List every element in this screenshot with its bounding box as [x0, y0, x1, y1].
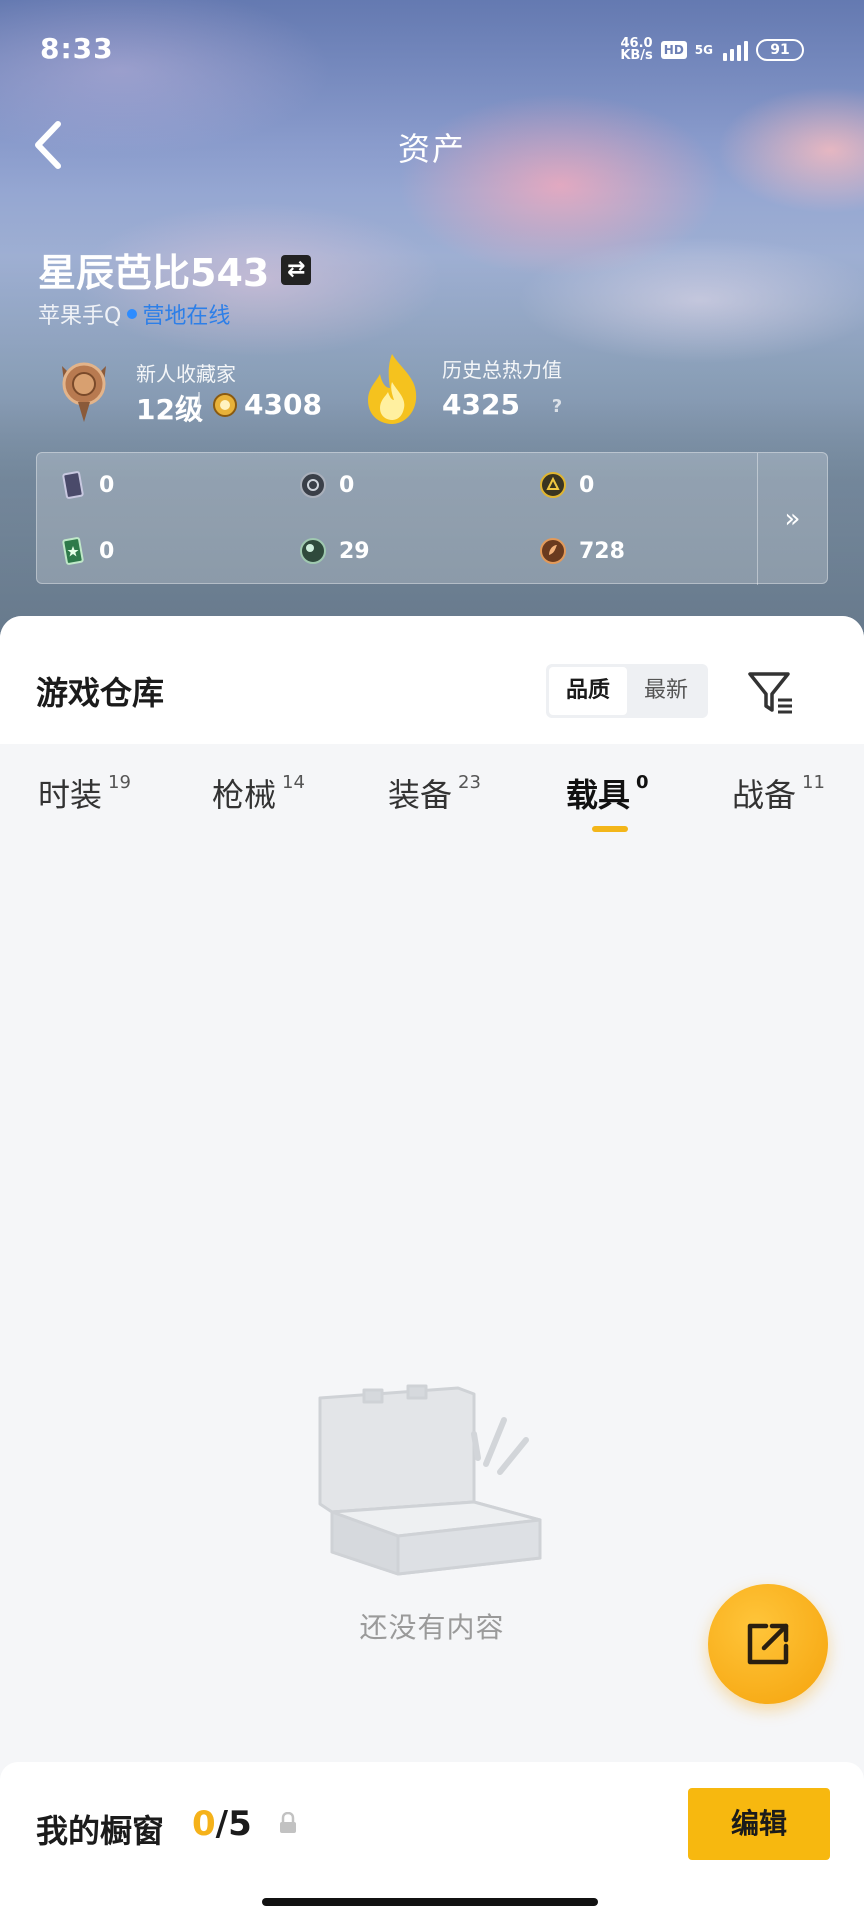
tab-count: 11 [802, 772, 825, 793]
sort-quality-button[interactable]: 品质 [549, 667, 627, 715]
page-title: 资产 [397, 130, 466, 168]
edit-button[interactable]: 编辑 [688, 1788, 830, 1860]
tab-label: 载具 [566, 776, 631, 814]
currency-item: 0 [539, 471, 594, 499]
currency-item: 0 [59, 537, 114, 565]
empty-box-icon [318, 1384, 542, 1576]
status-indicators: 46.0 KB/s HD 5G 91 [620, 34, 804, 66]
network-type: 5G [694, 43, 713, 57]
double-chevron-right-icon: » [784, 504, 801, 534]
collector-level: 12级 [136, 393, 203, 426]
tab-count: 19 [108, 772, 131, 793]
filter-icon [748, 672, 792, 714]
switch-account-icon[interactable]: ⇄ [281, 254, 312, 285]
warehouse-header: 游戏仓库 品质 最新 [0, 616, 864, 744]
active-tab-indicator [592, 826, 628, 832]
lock-icon [280, 1812, 296, 1833]
currency-item: 728 [539, 537, 625, 565]
currency-item: 0 [299, 471, 354, 499]
collector-title: 新人收藏家 [136, 362, 236, 386]
stat-divider [198, 392, 200, 422]
status-time: 8:33 [40, 32, 114, 65]
hd-icon: HD [660, 41, 687, 59]
sort-newest-button[interactable]: 最新 [627, 667, 705, 715]
showcase-max: 5 [228, 1804, 252, 1844]
coin-value: 4308 [244, 388, 322, 421]
tab-label: 时装 [38, 776, 103, 814]
currency-item: 29 [299, 537, 370, 565]
heat-title: 历史总热力值 [442, 358, 562, 382]
battery-level: 91 [770, 42, 790, 58]
showcase-bar: 我的橱窗 0/5 编辑 [0, 1762, 864, 1920]
tab-firearms[interactable]: 枪械 14 [212, 770, 305, 816]
sort-toggle: 品质 最新 [546, 664, 708, 718]
currency-item: 0 [59, 471, 114, 499]
purple-card-icon [62, 471, 84, 499]
green-orb-icon [300, 538, 326, 564]
user-subline: 苹果手Q 营地在线 [38, 298, 230, 330]
green-card-icon [62, 537, 84, 565]
tab-count: 0 [636, 772, 649, 793]
share-icon [747, 1623, 789, 1665]
flame-icon [368, 354, 417, 424]
gold-coin-icon [540, 472, 566, 498]
network-speed-unit: KB/s [620, 48, 653, 63]
collector-badge-icon [62, 362, 106, 422]
tab-count: 14 [282, 772, 305, 793]
showcase-label: 我的橱窗 [36, 1812, 165, 1850]
filter-button[interactable] [744, 666, 796, 718]
currency-panel: 0 0 0 0 29 728 » [36, 452, 828, 585]
tab-label: 战备 [732, 776, 797, 814]
tab-label: 装备 [388, 776, 453, 814]
showcase-count: 0/5 [192, 1804, 252, 1844]
share-button[interactable] [708, 1584, 828, 1704]
dark-coin-icon [300, 472, 326, 498]
user-name: 星辰芭比543 [38, 251, 270, 295]
currency-more-button[interactable]: » [757, 453, 827, 585]
online-dot-icon [127, 309, 138, 319]
currency-value: 0 [339, 472, 355, 498]
coin-icon [213, 393, 237, 417]
currency-value: 0 [99, 472, 115, 498]
network-speed: 46.0 KB/s [620, 37, 653, 63]
tab-vehicles[interactable]: 载具 0 [566, 770, 649, 816]
tab-equipment[interactable]: 装备 23 [388, 770, 481, 816]
help-icon[interactable]: ? [544, 394, 570, 420]
category-tabs: 时装 19 枪械 14 装备 23 载具 0 战备 11 [0, 744, 864, 840]
currency-value: 728 [579, 538, 625, 564]
tab-fashion[interactable]: 时装 19 [38, 770, 131, 816]
online-status: 营地在线 [142, 304, 231, 329]
currency-value: 0 [99, 538, 115, 564]
bronze-coin-icon [540, 538, 566, 564]
currency-value: 29 [339, 538, 370, 564]
user-platform: 苹果手Q [38, 304, 122, 329]
showcase-separator: / [215, 1804, 229, 1844]
battery-icon: 91 [756, 39, 804, 61]
showcase-current: 0 [192, 1804, 216, 1844]
tab-label: 枪械 [212, 776, 277, 814]
home-indicator [262, 1898, 598, 1906]
tab-count: 23 [458, 772, 481, 793]
warehouse-title: 游戏仓库 [36, 674, 165, 712]
heat-value: 4325 [442, 388, 520, 421]
currency-value: 0 [579, 472, 595, 498]
tab-combat-gear[interactable]: 战备 11 [732, 770, 825, 816]
signal-icon [723, 39, 748, 61]
user-name-row: 星辰芭比543 ⇄ [38, 242, 312, 297]
